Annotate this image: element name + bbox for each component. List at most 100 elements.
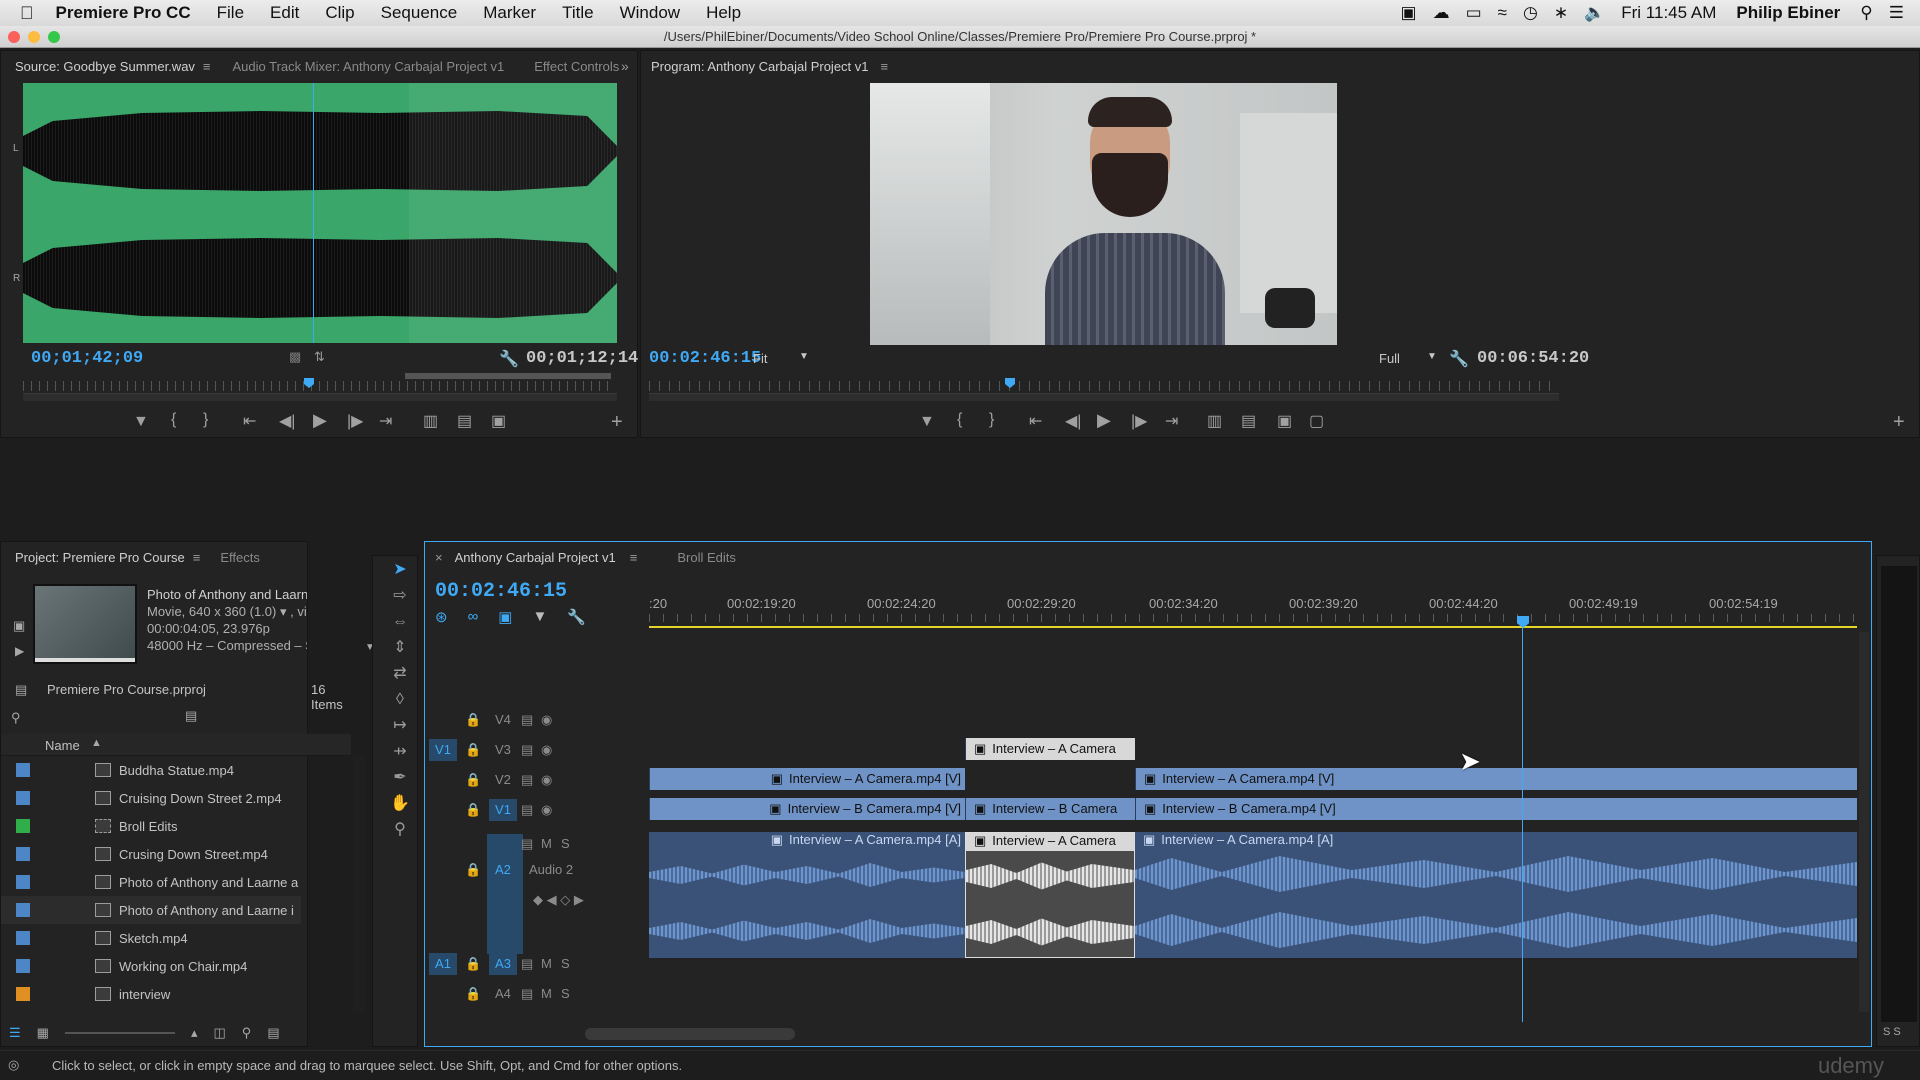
step-back-button[interactable]: ◀| [279, 411, 295, 431]
comparison-view-button[interactable]: ▢ [1309, 411, 1324, 431]
project-tab-menu-icon[interactable]: ≡ [193, 550, 201, 565]
time-machine-icon[interactable]: ◷ [1523, 3, 1538, 23]
eye-icon[interactable]: ◉ [541, 802, 552, 818]
waveform-display[interactable] [23, 83, 617, 343]
list-item[interactable]: Photo of Anthony and Laarne a [1, 868, 301, 896]
snap-icon[interactable]: ⊛ [435, 608, 448, 626]
slip-tool-icon[interactable]: ↦ [390, 716, 410, 736]
export-frame-camera-icon[interactable]: ▣ [1277, 411, 1292, 431]
menu-title[interactable]: Title [562, 3, 594, 23]
search-icon[interactable]: ⚲ [1860, 3, 1872, 23]
bluetooth-icon[interactable]: ∗ [1554, 3, 1568, 23]
button-editor-plus-icon[interactable]: + [611, 411, 623, 434]
sync-lock-icon[interactable]: ▤ [521, 742, 533, 758]
tab-program[interactable]: Program: Anthony Carbajal Project v1 [651, 59, 869, 74]
list-item[interactable]: interview [1, 980, 301, 1006]
menu-sequence[interactable]: Sequence [381, 3, 458, 23]
sort-ascending-icon[interactable]: ▲ [91, 737, 102, 749]
export-frame-camera-icon[interactable]: ▣ [491, 411, 506, 431]
mute-button[interactable]: M [541, 986, 552, 1001]
tab-sequence[interactable]: Anthony Carbajal Project v1 [455, 550, 616, 565]
work-area-bar[interactable] [649, 626, 1857, 628]
mute-button[interactable]: M [541, 836, 552, 851]
mute-button[interactable]: M [541, 956, 552, 971]
search-input[interactable] [29, 706, 189, 724]
linked-selection-icon[interactable]: ∞ [468, 608, 479, 626]
source-in-out-range[interactable] [405, 373, 611, 379]
ripple-edit-tool-icon[interactable]: ⇔ [390, 612, 410, 632]
automate-to-sequence-icon[interactable]: ◫ [213, 1025, 225, 1041]
mark-in-button[interactable]: { [957, 411, 962, 429]
resolution-select[interactable]: Full ▼ [1379, 351, 1439, 367]
source-patch-a1[interactable]: A1 [429, 953, 457, 975]
list-item[interactable]: Cruising Down Street 2.mp4 [1, 784, 301, 812]
rate-stretch-tool-icon[interactable]: ⇄ [390, 664, 410, 684]
eye-icon[interactable]: ◉ [541, 742, 552, 758]
zoom-tool-icon[interactable]: ⚲ [390, 820, 410, 840]
menu-file[interactable]: File [217, 3, 244, 23]
track-label-a3[interactable]: A3 [489, 953, 517, 975]
clip-a2-interview-a-3[interactable]: ▣ Interview – A Camera.mp4 [A] [1135, 832, 1857, 958]
clip-v1-interview-b-1[interactable]: ▣ Interview – B Camera.mp4 [V] [649, 798, 965, 820]
clock[interactable]: Fri 11:45 AM [1621, 3, 1716, 23]
program-zoom-bar[interactable] [649, 393, 1559, 401]
sync-lock-icon[interactable]: ▤ [521, 836, 533, 852]
project-scrollbar[interactable] [353, 756, 365, 1012]
list-item[interactable]: Photo of Anthony and Laarne i [1, 896, 301, 924]
list-view-icon[interactable]: ☰ [9, 1025, 21, 1041]
source-time-ruler[interactable] [23, 381, 613, 391]
label-color-swatch[interactable] [16, 987, 30, 1001]
razor-tool-icon[interactable]: ◊ [390, 690, 410, 710]
program-timecode-current[interactable]: 00:02:46:15 [649, 349, 761, 368]
solo-button[interactable]: S [561, 956, 570, 971]
program-time-ruler[interactable] [649, 381, 1559, 391]
list-item[interactable]: Working on Chair.mp4 [1, 952, 301, 980]
pen-tool-icon[interactable]: ✒ [390, 768, 410, 788]
source-tab-menu-icon[interactable]: ≡ [203, 59, 211, 74]
step-forward-button[interactable]: |▶ [1131, 411, 1147, 431]
sync-lock-icon[interactable]: ▤ [521, 712, 533, 728]
poster-frame-camera-icon[interactable]: ▣ [13, 618, 25, 634]
button-editor-plus-icon[interactable]: + [1893, 411, 1905, 434]
icon-view-icon[interactable]: ▦ [37, 1025, 49, 1041]
clip-v2-interview-a-1[interactable]: ▣ Interview – A Camera.mp4 [V] [649, 768, 965, 790]
panel-overflow-icon[interactable]: » [621, 58, 629, 74]
track-label-v4[interactable]: V4 [495, 712, 511, 727]
airplay-icon[interactable]: ▭ [1466, 3, 1482, 23]
marker-icon[interactable]: ▼ [532, 608, 547, 626]
user-name[interactable]: Philip Ebiner [1736, 3, 1840, 23]
clip-a2-interview-a-1[interactable]: ▣ Interview – A Camera.mp4 [A] [649, 832, 965, 958]
slide-tool-icon[interactable]: ⇸ [390, 742, 410, 762]
eye-icon[interactable]: ◉ [541, 772, 552, 788]
insert-button[interactable]: ▥ [423, 411, 438, 431]
close-window-button[interactable] [8, 31, 20, 43]
source-timecode-current[interactable]: 00;01;42;09 [31, 349, 143, 368]
new-bin-from-search-icon[interactable]: ▤ [185, 708, 197, 724]
list-item[interactable]: Sketch.mp4 [1, 924, 301, 952]
track-select-tool-icon[interactable]: ⇨ [390, 586, 410, 606]
clip-a2-interview-a-2[interactable]: ▣ Interview – A Camera [965, 832, 1135, 958]
minimize-window-button[interactable] [28, 31, 40, 43]
tab-source[interactable]: Source: Goodbye Summer.wav [15, 59, 195, 74]
add-marker-button[interactable]: ▼ [133, 413, 149, 431]
cloud-icon[interactable]: ☁ [1433, 3, 1450, 23]
tab-broll-edits[interactable]: Broll Edits [677, 550, 736, 565]
sync-lock-icon[interactable]: ▤ [521, 956, 533, 972]
menu-clip[interactable]: Clip [325, 3, 354, 23]
preview-play-icon[interactable]: ▶ [15, 644, 24, 658]
preview-thumbnail[interactable] [33, 584, 137, 664]
lift-button[interactable]: ▥ [1207, 411, 1222, 431]
column-name-header[interactable]: Name [45, 738, 80, 753]
solo-button[interactable]: S [561, 836, 570, 851]
eye-icon[interactable]: ◉ [541, 712, 552, 728]
sync-lock-icon[interactable]: ▤ [521, 772, 533, 788]
play-button[interactable]: ▶ [313, 410, 327, 431]
tab-project[interactable]: Project: Premiere Pro Course [15, 550, 185, 565]
zoom-window-button[interactable] [48, 31, 60, 43]
new-bin-icon[interactable]: ▤ [267, 1025, 279, 1041]
program-tab-menu-icon[interactable]: ≡ [881, 59, 889, 74]
find-icon[interactable]: ⚲ [242, 1025, 252, 1041]
label-color-swatch[interactable] [16, 819, 30, 833]
clip-v1-interview-b-3[interactable]: ▣ Interview – B Camera.mp4 [V] [1135, 798, 1857, 820]
track-label-v1[interactable]: V1 [489, 799, 517, 821]
